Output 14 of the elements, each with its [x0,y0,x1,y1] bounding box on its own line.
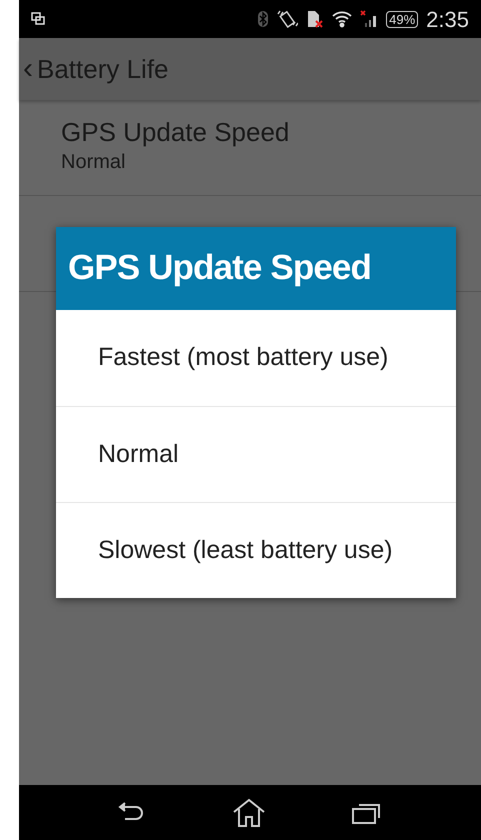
dialog-option[interactable]: Slowest (least battery use) [56,502,456,598]
bluetooth-icon [258,11,268,27]
signal-icon [360,10,378,28]
dialog-option[interactable]: Fastest (most battery use) [56,310,456,406]
wifi-icon [332,10,352,28]
screen-title: Battery Life [37,52,169,86]
dialog-title: GPS Update Speed [68,247,372,290]
sim-card-icon [306,10,324,28]
dialog-option[interactable]: Normal [56,406,456,502]
battery-indicator: 49% [386,10,418,28]
screen-mirroring-icon [31,12,45,26]
home-icon[interactable] [232,798,266,828]
clock: 2:35 [426,6,469,34]
vibrate-icon [276,10,298,28]
